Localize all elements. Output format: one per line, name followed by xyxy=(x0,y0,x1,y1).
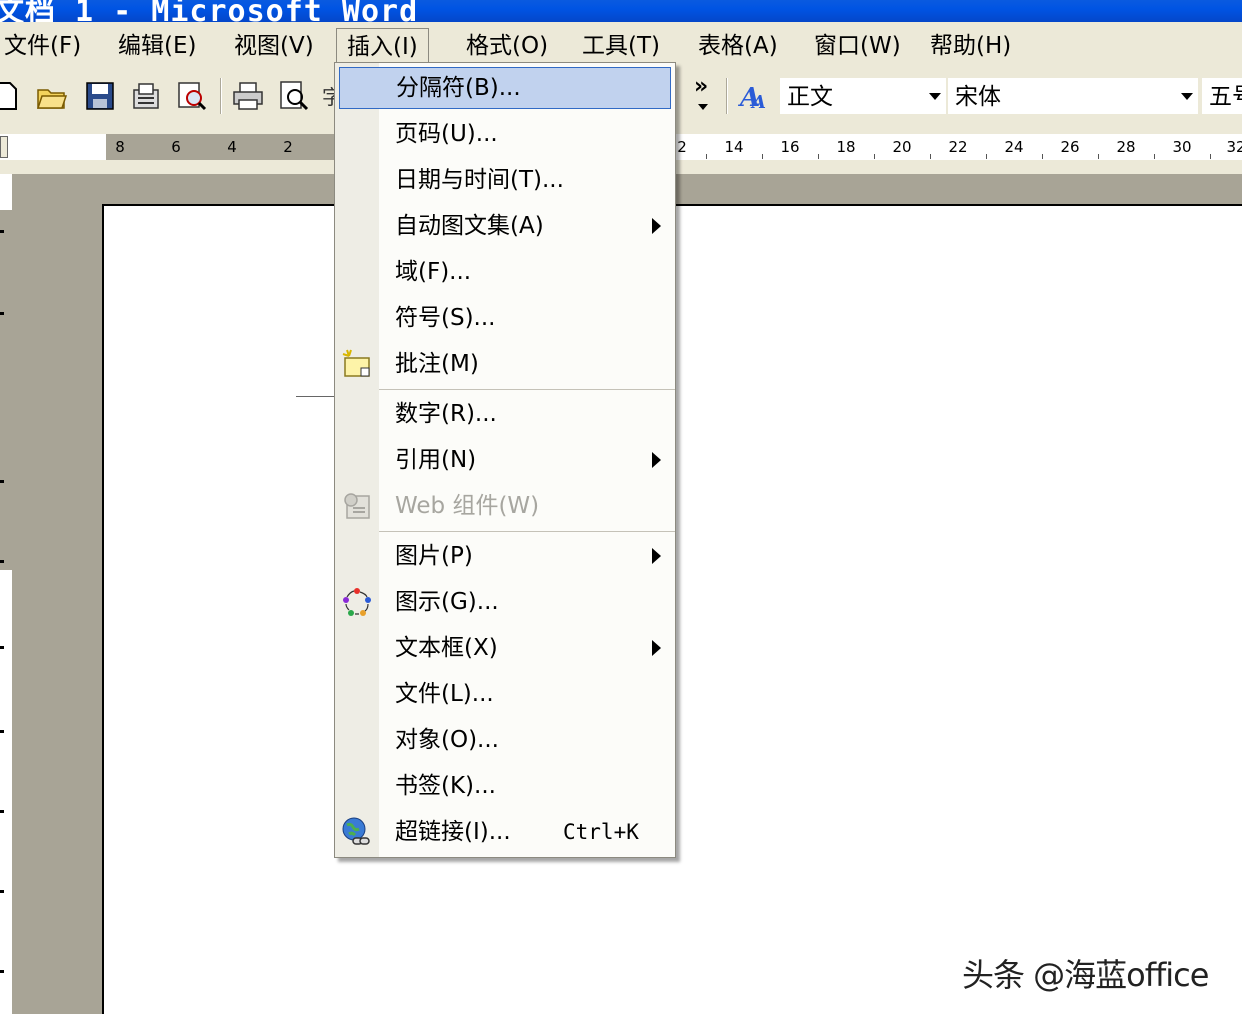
menu-item-page-numbers[interactable]: 页码(U)... xyxy=(335,111,675,157)
hyperlink-icon xyxy=(342,817,370,845)
comment-icon xyxy=(342,349,370,377)
toolbar-overflow-arrow-icon xyxy=(698,104,708,110)
menu-item-field[interactable]: 域(F)... xyxy=(335,249,675,295)
styles-formatting-icon[interactable]: A A xyxy=(738,80,770,112)
menu-help[interactable]: 帮助(H) xyxy=(920,28,1021,64)
menu-item-label: 分隔符(B)... xyxy=(396,75,521,101)
menu-item-diagram[interactable]: 图示(G)... xyxy=(335,579,675,625)
menu-table[interactable]: 表格(A) xyxy=(688,28,788,64)
ruler-number: 2 xyxy=(677,138,687,156)
menu-edit[interactable]: 编辑(E) xyxy=(108,28,206,64)
menu-item-label: 批注(M) xyxy=(395,351,479,377)
new-document-icon[interactable] xyxy=(0,80,22,112)
toolbar-overflow[interactable]: » xyxy=(694,74,708,99)
menu-item-label: 数字(R)... xyxy=(395,401,497,427)
menu-item-label: 符号(S)... xyxy=(395,305,496,331)
ruler-number: 16 xyxy=(780,138,800,156)
submenu-arrow-icon xyxy=(652,548,661,564)
ruler-number: 26 xyxy=(1060,138,1080,156)
permission-icon[interactable] xyxy=(130,80,162,112)
ruler-number: 18 xyxy=(836,138,856,156)
menu-item-label: 对象(O)... xyxy=(395,727,499,753)
menu-item-label: 图片(P) xyxy=(395,543,473,569)
ruler-number: 6 xyxy=(171,138,181,156)
title-bar: 文档 1 - Microsoft Word xyxy=(0,0,1242,29)
insert-menu-dropdown: 分隔符(B)... 页码(U)... 日期与时间(T)... 自动图文集(A) … xyxy=(334,62,676,858)
menu-window[interactable]: 窗口(W) xyxy=(804,28,911,64)
font-value: 宋体 xyxy=(955,84,1001,110)
menu-item-label: 域(F)... xyxy=(395,259,472,285)
ruler-number: 30 xyxy=(1172,138,1192,156)
margin-corner-mark xyxy=(296,396,336,397)
menu-item-web-component: Web 组件(W) xyxy=(335,483,675,529)
menu-file[interactable]: 文件(F) xyxy=(0,28,91,64)
style-combo[interactable]: 正文 xyxy=(780,78,946,114)
menu-item-file[interactable]: 文件(L)... xyxy=(335,671,675,717)
font-size-value: 五号 xyxy=(1209,84,1242,110)
menu-item-number[interactable]: 数字(R)... xyxy=(335,391,675,437)
menu-item-autotext[interactable]: 自动图文集(A) xyxy=(335,203,675,249)
watermark-text: 头条 @海蓝office xyxy=(962,956,1209,994)
submenu-arrow-icon xyxy=(652,218,661,234)
print-icon[interactable] xyxy=(232,80,264,112)
menu-tools[interactable]: 工具(T) xyxy=(572,28,670,64)
menu-item-label: 文件(L)... xyxy=(395,681,494,707)
menu-view[interactable]: 视图(V) xyxy=(224,28,324,64)
ruler-number: 22 xyxy=(948,138,968,156)
menu-item-label: 文本框(X) xyxy=(395,635,498,661)
open-folder-icon[interactable] xyxy=(36,80,68,112)
search-icon[interactable] xyxy=(176,80,208,112)
menu-item-comment[interactable]: 批注(M) xyxy=(335,341,675,387)
menu-item-label: 书签(K)... xyxy=(395,773,496,799)
toolbar-separator xyxy=(726,78,728,114)
ruler-margin-area xyxy=(106,134,346,160)
save-icon[interactable] xyxy=(84,80,116,112)
submenu-arrow-icon xyxy=(652,640,661,656)
menu-item-picture[interactable]: 图片(P) xyxy=(335,533,675,579)
diagram-icon xyxy=(343,588,371,616)
menu-item-break[interactable]: 分隔符(B)... xyxy=(339,67,671,109)
menu-item-label: 图示(G)... xyxy=(395,589,499,615)
vertical-ruler[interactable] xyxy=(0,174,12,1014)
menu-item-label: Web 组件(W) xyxy=(395,493,540,519)
menu-item-label: 自动图文集(A) xyxy=(395,213,544,239)
style-value: 正文 xyxy=(787,84,833,110)
web-component-icon xyxy=(344,493,370,519)
menu-item-label: 引用(N) xyxy=(395,447,477,473)
ruler-number: 32 xyxy=(1226,138,1242,156)
ruler-number: 4 xyxy=(227,138,237,156)
submenu-arrow-icon xyxy=(652,452,661,468)
ruler-number: 2 xyxy=(283,138,293,156)
svg-text:A: A xyxy=(750,92,766,112)
ruler-number: 20 xyxy=(892,138,912,156)
ruler-number: 24 xyxy=(1004,138,1024,156)
print-preview-icon[interactable] xyxy=(278,80,310,112)
chevron-down-icon[interactable] xyxy=(929,93,941,100)
toolbar-separator xyxy=(220,78,222,114)
tab-selector[interactable] xyxy=(0,136,8,158)
menu-item-bookmark[interactable]: 书签(K)... xyxy=(335,763,675,809)
ruler-number: 8 xyxy=(115,138,125,156)
menu-format[interactable]: 格式(O) xyxy=(456,28,558,64)
font-combo[interactable]: 宋体 xyxy=(948,78,1198,114)
ruler-number: 14 xyxy=(724,138,744,156)
ruler-number: 28 xyxy=(1116,138,1136,156)
menu-item-label: 超链接(I)... xyxy=(395,819,511,845)
menu-item-textbox[interactable]: 文本框(X) xyxy=(335,625,675,671)
menu-item-label: 日期与时间(T)... xyxy=(395,167,564,193)
menu-item-object[interactable]: 对象(O)... xyxy=(335,717,675,763)
menu-item-shortcut: Ctrl+K xyxy=(563,820,639,844)
menu-item-date-time[interactable]: 日期与时间(T)... xyxy=(335,157,675,203)
chevron-down-icon[interactable] xyxy=(1181,93,1193,100)
menu-item-label: 页码(U)... xyxy=(395,121,498,147)
menu-item-hyperlink[interactable]: 超链接(I)... Ctrl+K xyxy=(335,809,675,855)
font-size-combo[interactable]: 五号 xyxy=(1202,78,1242,114)
menu-item-symbol[interactable]: 符号(S)... xyxy=(335,295,675,341)
menu-item-reference[interactable]: 引用(N) xyxy=(335,437,675,483)
